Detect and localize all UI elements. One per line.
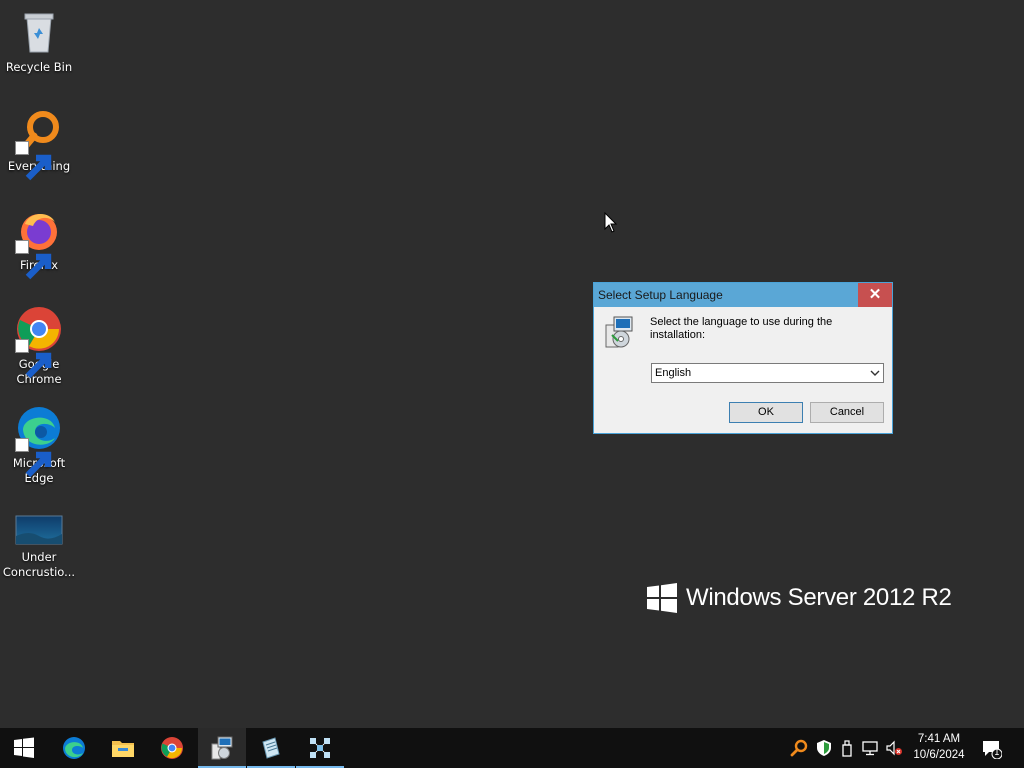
clock-date: 10/6/2024 xyxy=(913,749,965,761)
language-select[interactable]: English xyxy=(651,363,884,383)
branding-text: Windows Server 2012 R2 xyxy=(686,584,952,611)
shortcut-arrow-icon xyxy=(15,438,52,478)
cancel-button[interactable]: Cancel xyxy=(810,402,884,423)
taskbar-setup[interactable] xyxy=(198,728,246,768)
desktop-icon-firefox[interactable]: Firefox xyxy=(0,200,78,280)
volume-muted-icon xyxy=(886,740,902,756)
close-icon: ✕ xyxy=(868,286,882,303)
shield-icon xyxy=(817,740,831,756)
tray-everything[interactable] xyxy=(790,739,808,757)
dialog-title: Select Setup Language xyxy=(598,288,723,302)
usb-drive-icon xyxy=(842,740,852,757)
setup-installer-icon xyxy=(602,315,636,349)
taskbar-chrome[interactable] xyxy=(148,728,196,768)
desktop-icon-everything[interactable]: Everything xyxy=(0,101,78,181)
chrome-icon xyxy=(15,305,63,379)
notepad-icon xyxy=(262,737,280,759)
start-button[interactable] xyxy=(0,728,48,768)
desktop-icon-recycle-bin[interactable]: Recycle Bin xyxy=(0,2,78,75)
network-icon xyxy=(862,741,878,756)
start-icon xyxy=(14,737,34,758)
picture-thumbnail-icon xyxy=(15,510,63,546)
everything-search-icon xyxy=(790,739,808,757)
notification-count-badge: 1 xyxy=(994,748,1000,758)
dialog-titlebar[interactable]: Select Setup Language ✕ xyxy=(594,283,892,307)
taskbar-file-explorer[interactable] xyxy=(99,728,147,768)
desktop-icon-google-chrome[interactable]: Google Chrome xyxy=(0,299,78,387)
desktop-icon-label: Under Concrustio... xyxy=(2,550,76,579)
action-center-button[interactable]: 1 xyxy=(982,739,1002,759)
taskbar: 7:41 AM 10/6/2024 1 xyxy=(0,728,1024,768)
setup-icon xyxy=(211,736,233,760)
firefox-icon xyxy=(15,206,63,280)
network-tool-icon xyxy=(310,738,330,758)
close-button[interactable]: ✕ xyxy=(858,283,892,307)
taskbar-network-tool[interactable] xyxy=(296,728,344,768)
language-selected-value: English xyxy=(655,367,692,379)
shortcut-arrow-icon xyxy=(15,141,52,181)
ok-button[interactable]: OK xyxy=(729,402,803,423)
clock-time: 7:41 AM xyxy=(917,733,961,745)
setup-language-dialog: Select Setup Language ✕ Select the langu… xyxy=(593,282,893,434)
tray-network[interactable] xyxy=(861,739,879,757)
mouse-cursor-icon xyxy=(604,212,618,233)
dialog-prompt-text: Select the language to use during the in… xyxy=(650,316,833,341)
file-explorer-icon xyxy=(112,741,134,757)
taskbar-edge[interactable] xyxy=(50,728,98,768)
tray-volume[interactable] xyxy=(885,739,903,757)
chevron-down-icon xyxy=(870,370,880,376)
edge-icon xyxy=(15,404,63,478)
windows-logo-icon xyxy=(647,583,677,613)
tray-usb[interactable] xyxy=(838,739,856,757)
recycle-bin-icon xyxy=(15,8,63,56)
desktop-icon-label: Recycle Bin xyxy=(5,60,73,74)
edge-icon xyxy=(63,737,85,759)
desktop-icon-under-concrustio[interactable]: Under Concrustio... xyxy=(0,504,78,580)
desktop-icon-microsoft-edge[interactable]: Microsoft Edge xyxy=(0,398,78,486)
everything-search-icon xyxy=(15,107,63,181)
taskbar-clock[interactable]: 7:41 AM 10/6/2024 xyxy=(904,731,974,763)
windows-server-branding: Windows Server 2012 R2 xyxy=(647,583,952,613)
taskbar-notepad[interactable] xyxy=(247,728,295,768)
shortcut-arrow-icon xyxy=(15,339,52,379)
shortcut-arrow-icon xyxy=(15,240,52,280)
chrome-icon xyxy=(161,737,183,759)
tray-security[interactable] xyxy=(815,739,833,757)
